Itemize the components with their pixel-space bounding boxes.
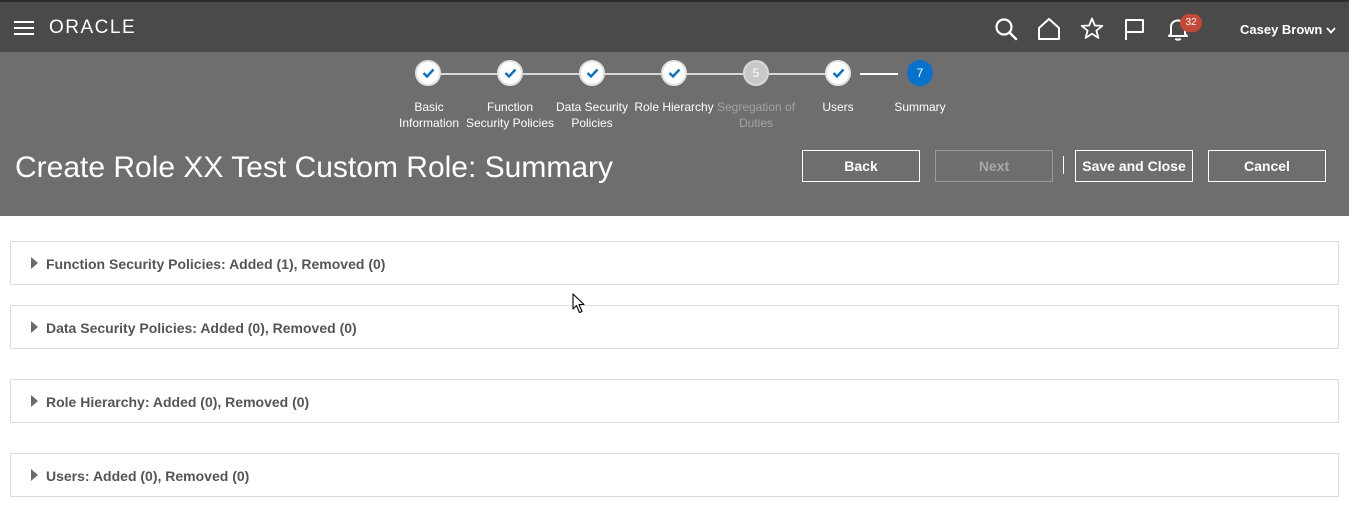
section-function-security-policies[interactable]: Function Security Policies: Added (1), R… [10,241,1339,285]
train-label-role-hierarchy[interactable]: Role Hierarchy [629,99,719,115]
next-button: Next [935,150,1053,182]
train-stop-summary[interactable]: 7 [907,60,933,86]
section-title: Function Security Policies: Added (1), R… [46,256,386,272]
chevron-down-icon [1326,27,1337,34]
train-label-line: Security Policies [465,116,555,130]
expand-triangle-icon [31,257,38,269]
search-icon[interactable] [993,16,1019,42]
train-stop-data-security-policies[interactable] [579,60,605,86]
menu-icon[interactable] [14,20,34,36]
section-role-hierarchy[interactable]: Role Hierarchy: Added (0), Removed (0) [10,379,1339,423]
mouse-pointer-icon [572,293,585,314]
expand-triangle-icon [31,469,38,481]
section-users[interactable]: Users: Added (0), Removed (0) [10,453,1339,497]
section-title: Role Hierarchy: Added (0), Removed (0) [46,394,310,410]
user-name: Casey Brown [1240,22,1323,37]
expand-triangle-icon [31,395,38,407]
train-connector [769,73,825,75]
global-header: ORACLE 32 Casey Brown [0,0,1349,52]
user-menu[interactable]: Casey Brown [1240,22,1337,37]
train-label-line: Data Security [555,100,629,114]
cancel-button[interactable]: Cancel [1208,150,1326,182]
train-label-line: Segregation of [716,100,796,114]
notification-badge: 32 [1180,14,1202,32]
train-stop-function-security-policies[interactable] [497,60,523,86]
train-connector [687,73,743,75]
train-label-line: Policies [571,116,613,130]
train-stop-segregation-of-duties: 5 [743,60,769,86]
train-connector [441,73,497,75]
back-button[interactable]: Back [802,150,920,182]
train-label-line: Information [398,116,460,130]
train-label-line: Users [822,100,854,114]
train-label-line: Basic [414,100,444,114]
train-connector [860,73,898,75]
train-connector [605,73,661,75]
checkmark-icon [422,68,435,78]
checkmark-icon [504,68,517,78]
oracle-logo: ORACLE [49,17,137,38]
section-data-security-policies[interactable]: Data Security Policies: Added (0), Remov… [10,305,1339,349]
checkmark-icon [832,68,845,78]
train-label-basic-information[interactable]: Basic Information [384,99,474,131]
checkmark-icon [668,68,681,78]
flag-icon[interactable] [1122,16,1148,42]
train-label-users[interactable]: Users [793,99,883,115]
train-stop-basic-information[interactable] [415,60,441,86]
favorites-star-icon[interactable] [1079,16,1105,42]
train-label-function-security-policies[interactable]: Function Security Policies [465,99,555,131]
save-and-close-button[interactable]: Save and Close [1075,150,1193,182]
train-connector [523,73,579,75]
train-label-line: Duties [738,116,773,130]
train-label-summary[interactable]: Summary [875,99,965,115]
train-label-line: Summary [894,100,946,114]
train-stop-role-hierarchy[interactable] [661,60,687,86]
checkmark-icon [586,68,599,78]
train-label-line: Function [486,100,534,114]
train-label-segregation-of-duties: Segregation of Duties [711,99,801,131]
train-label-data-security-policies[interactable]: Data Security Policies [547,99,637,131]
train-label-line: Role Hierarchy [634,100,714,114]
expand-triangle-icon [31,321,38,333]
home-icon[interactable] [1036,16,1062,42]
section-title: Data Security Policies: Added (0), Remov… [46,320,357,336]
button-separator [1063,156,1064,174]
page-title: Create Role XX Test Custom Role: Summary [15,151,613,184]
train-stop-users[interactable] [825,60,851,86]
section-title: Users: Added (0), Removed (0) [46,468,250,484]
